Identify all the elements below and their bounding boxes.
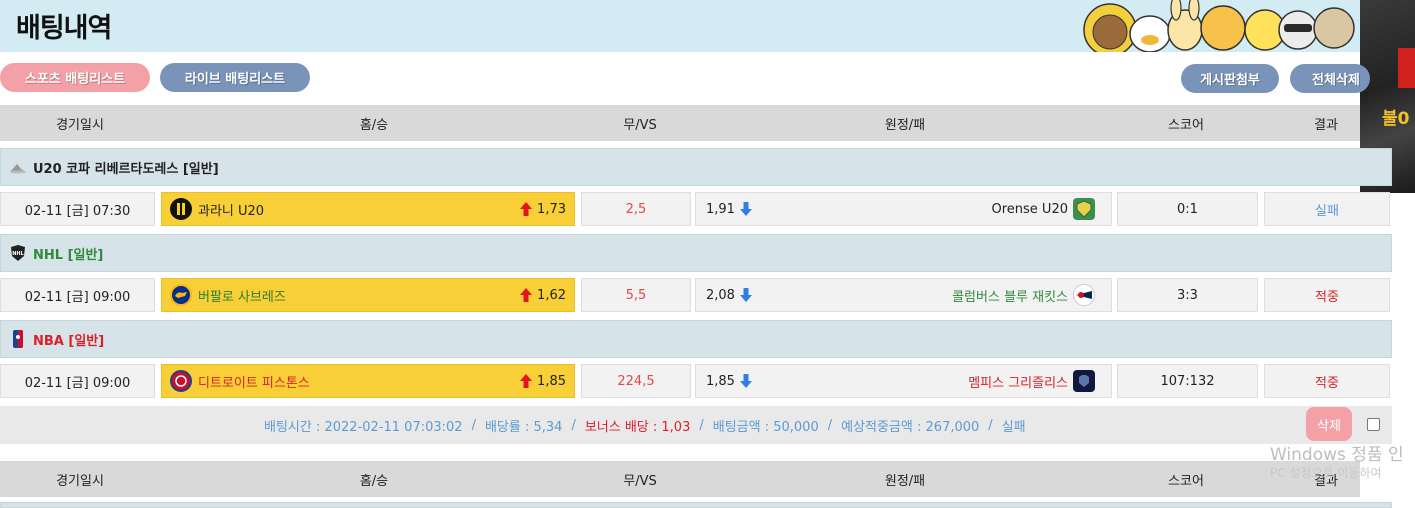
league-row: U20 코파 리베르타도레스 [일반]	[0, 148, 1392, 186]
memphis-grizzlies-logo-icon	[1073, 370, 1095, 392]
score: 3:3	[1117, 278, 1258, 312]
arrow-down-icon	[739, 202, 752, 216]
home-pick[interactable]: 버팔로 사브레즈 1,62	[161, 278, 575, 312]
windows-activation-subtext: PC 설정으로 이동하여	[1270, 466, 1382, 480]
col-home: 홈/승	[359, 117, 389, 133]
separator: /	[571, 417, 576, 433]
columbus-blue-jackets-logo-icon	[1073, 284, 1095, 306]
game-date: 02-11 [금] 09:00	[0, 278, 155, 312]
game-row: 02-11 [금] 07:30 과라니 U20 1,73 2,5 1,91 Or…	[0, 190, 1392, 228]
score: 0:1	[1117, 192, 1258, 226]
detroit-pistons-logo-icon	[170, 370, 192, 392]
orense-logo-icon	[1073, 198, 1095, 220]
separator: /	[827, 417, 833, 433]
league-name: NHL [일반]	[33, 247, 104, 263]
soccer-icon	[9, 158, 27, 176]
bonus-odds: 보너스 배당 : 1,03	[584, 419, 691, 435]
away-odds: 1,85	[706, 373, 735, 389]
nba-icon	[9, 330, 27, 348]
game-row: 02-11 [금] 09:00 버팔로 사브레즈 1,62 5,5 2,08 콜…	[0, 276, 1392, 314]
col-home: 홈/승	[359, 473, 389, 489]
home-odds: 1,62	[537, 287, 566, 303]
nhl-icon: NHL	[9, 244, 27, 262]
game-date: 02-11 [금] 07:30	[0, 192, 155, 226]
away-pick[interactable]: 1,85 멤피스 그리즐리스	[695, 364, 1112, 398]
col-date: 경기일시	[56, 473, 104, 489]
betting-history-page: 배팅내역 불0 스포츠 배팅리스트 라이브 배팅리스트 게시판첨부 전체삭제 경…	[0, 0, 1415, 508]
page-title: 배팅내역	[16, 13, 112, 44]
col-score: 스코어	[1168, 117, 1204, 133]
home-team-name: 버팔로 사브레즈	[198, 289, 286, 305]
col-away: 원정/패	[884, 117, 926, 133]
away-odds: 1,91	[706, 201, 735, 217]
bet-summary: 배팅시간 : 2022-02-11 07:03:02 / 배당률 : 5,34 …	[0, 406, 1392, 444]
bet-amount: 배팅금액 : 50,000	[712, 419, 819, 435]
away-team-name: Orense U20	[991, 201, 1069, 217]
score: 107:132	[1117, 364, 1258, 398]
home-team-name: 디트로이트 피스톤스	[198, 375, 310, 391]
home-team-name: 과라니 U20	[198, 203, 265, 219]
table-header: 경기일시 홈/승 무/VS 원정/패 스코어 결과	[0, 105, 1360, 141]
league-row: NHL NHL [일반]	[0, 234, 1392, 272]
svg-text:NHL: NHL	[12, 251, 24, 257]
bet-time: 배팅시간 : 2022-02-11 07:03:02	[264, 419, 463, 435]
home-odds: 1,85	[537, 373, 566, 389]
delete-all-button[interactable]: 전체삭제	[1290, 64, 1370, 93]
away-pick[interactable]: 2,08 콜럼버스 블루 재킷스	[695, 278, 1112, 312]
col-draw: 무/VS	[623, 117, 657, 133]
home-pick[interactable]: 디트로이트 피스톤스 1,85	[161, 364, 575, 398]
away-team-name: 콜럼버스 블루 재킷스	[952, 289, 1068, 305]
windows-activation-watermark: Windows 정품 인	[1270, 445, 1404, 465]
col-score: 스코어	[1168, 473, 1204, 489]
game-row: 02-11 [금] 09:00 디트로이트 피스톤스 1,85 224,5 1,…	[0, 362, 1392, 400]
arrow-down-icon	[739, 374, 752, 388]
home-pick[interactable]: 과라니 U20 1,73	[161, 192, 575, 226]
delete-bet-button[interactable]: 삭제	[1306, 407, 1352, 441]
select-bet-checkbox[interactable]	[1367, 418, 1380, 431]
col-draw: 무/VS	[623, 473, 657, 489]
separator: /	[988, 417, 993, 433]
sports-betting-list-button[interactable]: 스포츠 배팅리스트	[0, 63, 150, 92]
page-header: 배팅내역	[0, 0, 1360, 52]
draw-value: 224,5	[581, 364, 691, 398]
arrow-up-icon	[520, 202, 533, 216]
col-date: 경기일시	[56, 117, 104, 133]
game-date: 02-11 [금] 09:00	[0, 364, 155, 398]
banner-red-block	[1398, 48, 1415, 88]
home-odds: 1,73	[537, 201, 566, 217]
guarani-logo-icon	[170, 198, 192, 220]
league-name: U20 코파 리베르타도레스 [일반]	[33, 161, 219, 177]
character-illustration	[1083, 0, 1355, 52]
result: 적중	[1264, 278, 1390, 312]
expected-win-amount: 예상적중금액 : 267,000	[841, 419, 980, 435]
draw-value: 2,5	[581, 192, 691, 226]
arrow-up-icon	[520, 288, 533, 302]
away-odds: 2,08	[706, 287, 735, 303]
buffalo-sabres-logo-icon	[170, 284, 192, 306]
result: 적중	[1264, 364, 1390, 398]
live-betting-list-button[interactable]: 라이브 배팅리스트	[160, 63, 310, 92]
draw-value: 5,5	[581, 278, 691, 312]
board-attach-button[interactable]: 게시판첨부	[1181, 64, 1279, 93]
bet-status: 실패	[1001, 419, 1026, 435]
bet-odds: 배당률 : 5,34	[484, 419, 563, 435]
separator: /	[471, 417, 476, 433]
banner-text: 불0	[1382, 109, 1410, 129]
league-row	[0, 502, 1392, 508]
result: 실패	[1264, 192, 1390, 226]
league-row: NBA [일반]	[0, 320, 1392, 358]
separator: /	[699, 417, 704, 433]
col-away: 원정/패	[884, 473, 926, 489]
arrow-up-icon	[520, 374, 533, 388]
arrow-down-icon	[739, 288, 752, 302]
table-header: 경기일시 홈/승 무/VS 원정/패 스코어 결과	[0, 461, 1360, 497]
col-result: 결과	[1314, 117, 1338, 133]
away-pick[interactable]: 1,91 Orense U20	[695, 192, 1112, 226]
league-name: NBA [일반]	[33, 333, 105, 349]
away-team-name: 멤피스 그리즐리스	[968, 375, 1068, 391]
